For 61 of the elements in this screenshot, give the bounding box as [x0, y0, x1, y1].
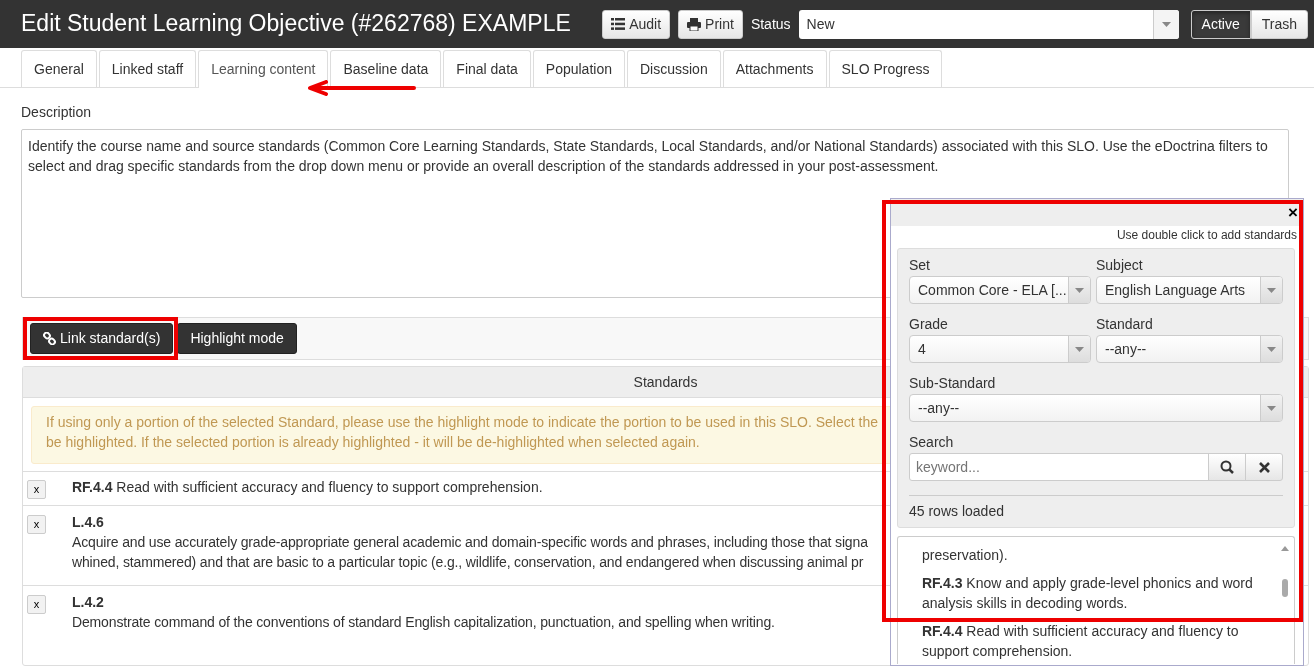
tab[interactable]: Learning content [198, 50, 329, 88]
status-label: Status [750, 14, 791, 34]
link-icon [43, 332, 56, 345]
clear-button[interactable] [1245, 453, 1283, 481]
select-field[interactable]: 4 [909, 335, 1091, 363]
column-header: Standards [633, 372, 698, 392]
search-button[interactable] [1208, 453, 1246, 481]
tab[interactable]: Baseline data [330, 50, 442, 87]
select-field[interactable]: Common Core - ELA [... [909, 276, 1091, 304]
standard-item[interactable]: RF.4.4 Read with sufficient accuracy and fluency to support comprehension. [922, 621, 1272, 661]
standard-text: Acquire and use accurately grade-appropriate general academic and domain-specific words and phrases, including those that signa [72, 533, 868, 552]
field-label: Standard [1096, 316, 1154, 332]
caret-icon [1161, 21, 1171, 27]
close-button[interactable]: × [1288, 204, 1298, 221]
tab[interactable]: Final data [443, 50, 531, 87]
audit-button[interactable]: Audit [602, 9, 671, 39]
printer-icon [687, 17, 702, 31]
field-label: Grade [909, 316, 949, 332]
highlight-mode-button[interactable]: Highlight mode [177, 323, 297, 354]
standard-text: RF.4.4 Read with sufficient accuracy and fluency to support comprehension. [72, 478, 543, 497]
field-label: Description [21, 103, 93, 122]
standard-item[interactable]: RF.4.3 Know and apply grade-level phonics and word analysis skills in decoding words. [922, 573, 1272, 613]
link-standards-button[interactable]: Link standard(s) [30, 323, 174, 354]
field-label: Sub-Standard [909, 375, 997, 391]
remove-button[interactable]: x [27, 515, 46, 534]
close-icon [1258, 461, 1270, 473]
field-label: Subject [1096, 257, 1144, 273]
alert-text: If using only a portion of the selected Standard, please use the highlight mode to indicate the portion to be used in this SLO. Select the [46, 413, 878, 432]
standard-text: Demonstrate command of the conventions of standard English capitalization, punctuation, and spelling when writing. [72, 613, 775, 632]
tab[interactable]: Linked staff [98, 50, 197, 87]
tab[interactable]: Discussion [627, 50, 721, 87]
tab[interactable]: Population [532, 50, 625, 87]
list-icon [611, 18, 626, 30]
remove-button[interactable]: x [27, 480, 46, 499]
status-select[interactable]: New [798, 9, 1179, 39]
search-field[interactable]: keyword... [909, 453, 1209, 481]
select-field[interactable]: English Language Arts [1096, 276, 1283, 304]
field-label: Search [909, 434, 955, 450]
tab[interactable]: Attachments [722, 50, 827, 87]
print-button[interactable]: Print [678, 9, 743, 39]
page-title: Edit Student Learning Objective (#262768) EXAMPLE [21, 10, 572, 38]
tab[interactable]: General [21, 50, 97, 87]
tab[interactable]: SLO Progress [828, 50, 943, 87]
caret-icon [1075, 346, 1084, 352]
select-field[interactable]: --any-- [909, 394, 1283, 422]
row-count: 45 rows loaded [909, 495, 1283, 519]
alert-text: be highlighted. If the selected portion is already highlighted - it will be de-highlighted when selected again. [46, 433, 700, 452]
standard-code: L.4.2 [72, 593, 105, 612]
caret-icon [1267, 346, 1276, 352]
caret-icon [1075, 287, 1084, 293]
caret-icon [1267, 287, 1276, 293]
standard-text: whined, stammered) and that are basic to a particular topic (e.g., wildlife, conservation, and endangered when discussing animal pr [72, 553, 864, 572]
select-field[interactable]: --any-- [1096, 335, 1283, 363]
toggle-button[interactable]: Active [1190, 9, 1251, 39]
remove-button[interactable]: x [27, 595, 46, 614]
standard-code: L.4.6 [72, 513, 105, 532]
field-label: Set [909, 257, 931, 273]
standard-item[interactable]: preservation). [922, 545, 1272, 565]
toggle-button[interactable]: Trash [1250, 9, 1308, 39]
search-icon [1220, 460, 1234, 474]
caret-icon [1267, 405, 1276, 411]
